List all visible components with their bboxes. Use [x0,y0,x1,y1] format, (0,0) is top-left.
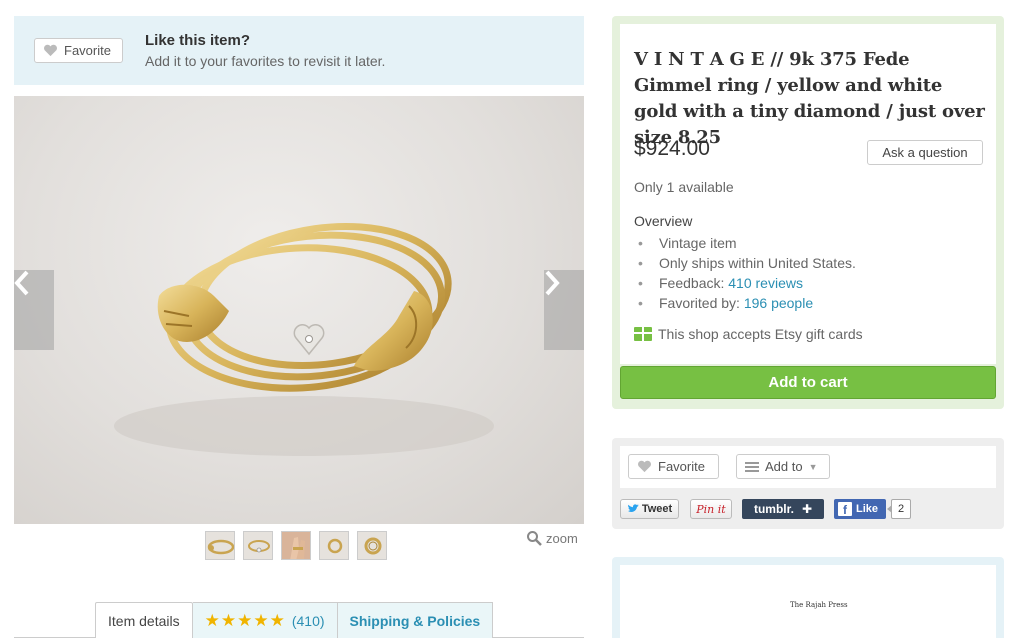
gift-card-notice: This shop accepts Etsy gift cards [634,326,863,342]
banner-favorite-label: Favorite [64,43,111,58]
favorite-banner: Favorite Like this item? Add it to your … [14,16,584,85]
favorite-label: Favorite [658,459,705,474]
overview-item: Vintage item [634,233,856,253]
star-icon: ★ [220,610,236,630]
listing-panel: V I N T A G E // 9k 375 Fede Gimmel ring… [612,16,1004,409]
tab-reviews-count: (410) [291,612,325,629]
favorited-label: Favorited by: [659,295,744,311]
overview-list: Vintage item Only ships within United St… [634,233,856,313]
twitter-bird-icon [627,504,639,512]
feedback-label: Feedback: [659,275,729,291]
add-to-cart-button[interactable]: Add to cart [620,366,996,399]
star-icon: ★ [237,610,252,630]
tweet-button[interactable]: Tweet [620,499,679,519]
banner-favorite-button[interactable]: Favorite [34,38,123,63]
heart-icon [638,460,651,473]
facebook-like-button[interactable]: f Like [834,499,886,519]
tumblr-label: tumblr. [753,502,794,516]
zoom-button[interactable]: zoom [526,530,578,546]
banner-subtitle: Add it to your favorites to revisit it l… [145,53,386,69]
list-icon [745,461,759,472]
facebook-like-label: Like [856,503,879,515]
banner-title: Like this item? [145,32,251,49]
favorited-people-link[interactable]: 196 people [744,295,813,311]
thumbnail-4[interactable] [319,531,349,560]
overview-item: Feedback: 410 reviews [634,273,856,293]
pinit-button[interactable]: Pin it [690,499,732,519]
tab-item-details-label: Item details [108,612,180,629]
social-panel: Favorite Add to ▼ Tweet Pin it tumblr. ✚… [612,438,1004,529]
overview-vintage: Vintage item [659,235,737,251]
feedback-reviews-link[interactable]: 410 reviews [728,275,803,291]
magnifier-icon [527,531,542,546]
thumbnail-5[interactable] [357,531,387,560]
star-icon: ★ [253,610,268,630]
previous-image-button[interactable] [14,270,54,350]
social-actions: Favorite Add to ▼ [620,446,996,488]
chevron-down-icon: ▼ [808,461,818,472]
thumbnail-strip [205,531,387,560]
thumbnail-2[interactable] [243,531,273,560]
zoom-label: zoom [546,530,578,546]
product-image[interactable] [14,96,584,524]
thumbnail-image [207,539,234,555]
availability: Only 1 available [634,179,734,195]
price: $924.00 [634,137,710,160]
facebook-icon: f [838,502,852,516]
facebook-like-count: 2 [887,499,911,519]
thumbnail-image [248,540,270,553]
shop-panel: The Rajah Press [612,557,1004,638]
add-to-label: Add to [765,459,803,474]
shop-banner-card[interactable]: The Rajah Press [620,565,996,638]
tab-shipping-label: Shipping & Policies [349,612,481,629]
chevron-right-icon [545,270,560,296]
overview-shipping: Only ships within United States. [659,255,856,271]
gift-card-icon [634,327,652,341]
thumbnail-image [364,537,382,555]
ring-photo [114,222,494,456]
gift-card-text: This shop accepts Etsy gift cards [658,326,863,342]
shop-banner-text: The Rajah Press [790,601,848,609]
overview-item: Favorited by: 196 people [634,293,856,313]
listing-info: V I N T A G E // 9k 375 Fede Gimmel ring… [620,24,996,364]
thumbnail-image [282,532,310,559]
thumbnail-image [327,538,343,554]
tweet-label: Tweet [641,503,673,515]
tab-item-details[interactable]: Item details [95,602,193,638]
overview-item: Only ships within United States. [634,253,856,273]
ask-question-button[interactable]: Ask a question [867,140,983,165]
star-icon: ★ [204,610,220,630]
tab-shipping-policies[interactable]: Shipping & Policies [337,602,494,638]
listing-tabs: Item details ★ ★ ★ ★ ★ (410) Shipping & … [95,602,494,638]
star-icon: ★ [269,610,285,630]
next-image-button[interactable] [544,270,584,350]
heart-icon [44,44,57,57]
thumbnail-3[interactable] [281,531,311,560]
favorite-button[interactable]: Favorite [628,454,719,479]
thumbnail-1[interactable] [205,531,235,560]
overview-heading: Overview [634,213,693,229]
plus-icon: ✚ [801,502,813,516]
add-to-list-button[interactable]: Add to ▼ [736,454,830,479]
listing-title: V I N T A G E // 9k 375 Fede Gimmel ring… [634,49,985,148]
chevron-left-icon [14,270,29,296]
tumblr-button[interactable]: tumblr. ✚ [742,499,824,519]
tab-reviews[interactable]: ★ ★ ★ ★ ★ (410) [192,602,338,638]
